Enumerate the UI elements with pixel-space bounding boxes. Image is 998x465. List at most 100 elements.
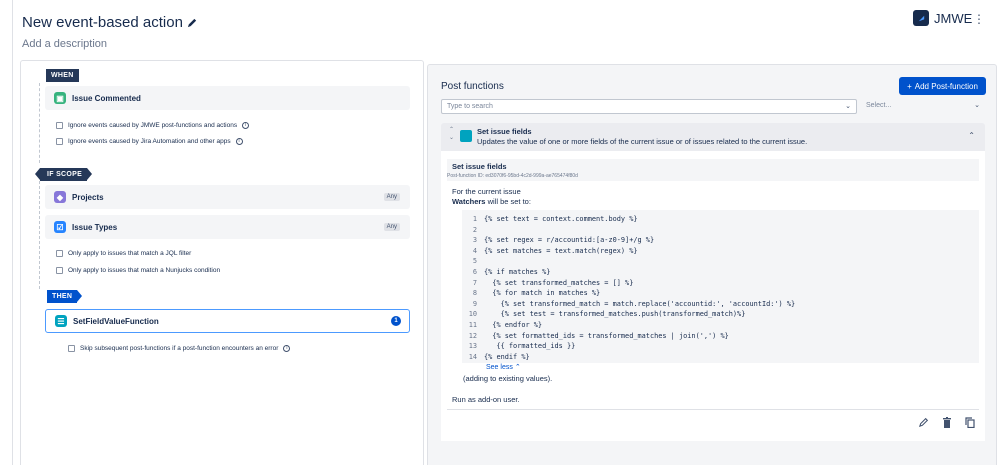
set-field-icon: ☰ <box>55 315 67 327</box>
if-scope-tag: IF SCOPE <box>34 168 93 181</box>
nunjucks-condition-option[interactable]: Only apply to issues that match a Nunjuc… <box>56 267 220 274</box>
trash-icon[interactable] <box>941 416 952 428</box>
then-tag: THEN <box>47 290 83 303</box>
trigger-card-issue-commented[interactable]: ▣ Issue Commented <box>45 86 410 110</box>
scope-card-label: Projects <box>72 192 104 202</box>
post-function-name: Set issue fields <box>477 127 532 136</box>
filter-select[interactable]: Select... ⌄ <box>861 99 985 114</box>
set-fields-icon <box>460 130 472 142</box>
code-text: {{ formatted_ids }} <box>484 342 576 351</box>
select-placeholder: Select... <box>866 102 892 109</box>
ignore-automation-option[interactable]: Ignore events caused by Jira Automation … <box>56 138 243 145</box>
watchers-suffix: will be set to: <box>485 197 531 206</box>
search-input[interactable]: Type to search ⌄ <box>441 99 857 114</box>
jql-filter-checkbox[interactable] <box>56 250 63 257</box>
chevron-down-icon[interactable]: ⌄ <box>845 102 851 110</box>
workflow-builder-panel: WHEN ▣ Issue Commented Ignore events cau… <box>20 60 424 465</box>
line-number: 5 <box>472 257 477 266</box>
line-number: 12 <box>468 331 477 340</box>
post-function-header[interactable]: ⌃ ⌄ Set issue fields Updates the value of… <box>441 123 985 151</box>
code-text: {% endfor %} <box>484 320 543 329</box>
brand: JMWE <box>913 10 972 26</box>
jql-filter-option[interactable]: Only apply to issues that match a JQL fi… <box>56 250 191 257</box>
code-line: 8 {% for match in matches %} <box>462 288 979 299</box>
adding-note: (adding to existing values). <box>463 374 553 383</box>
ignore-automation-label: Ignore events caused by Jira Automation … <box>68 138 231 145</box>
code-line: 2 <box>462 225 979 236</box>
jql-filter-label: Only apply to issues that match a JQL fi… <box>68 250 192 257</box>
info-icon[interactable]: i <box>283 345 291 352</box>
watchers-label: Watchers <box>452 197 486 206</box>
line-number: 10 <box>468 310 477 319</box>
for-current-issue: For the current issue <box>452 187 521 196</box>
reorder-arrows-icon[interactable]: ⌃ ⌄ <box>449 126 454 142</box>
scope-card-label: Issue Types <box>72 222 118 232</box>
code-line: 14 {% endif %} <box>462 352 979 363</box>
see-less-link[interactable]: See less ⌃ <box>486 363 521 371</box>
scope-card-projects[interactable]: ◆ Projects Any <box>45 185 410 209</box>
code-line: 4 {% set matches = text.match(regex) %} <box>462 246 979 257</box>
pencil-icon[interactable] <box>187 17 198 28</box>
code-line: 5 <box>462 256 979 267</box>
action-card-label: SetFieldValueFunction <box>73 316 159 326</box>
double-chevron-up-icon: ⌃ <box>514 364 521 371</box>
code-line: 12 {% set formatted_ids = transformed_ma… <box>462 331 979 342</box>
line-number: 6 <box>472 267 477 276</box>
info-icon[interactable]: i <box>242 122 250 129</box>
connector-line <box>39 83 40 163</box>
any-badge: Any <box>383 193 400 201</box>
code-line: 6 {% if matches %} <box>462 267 979 278</box>
ignore-jmwe-checkbox[interactable] <box>56 122 63 129</box>
copy-icon[interactable] <box>964 416 975 428</box>
count-badge: 1 <box>391 316 401 326</box>
info-icon[interactable]: i <box>235 138 243 145</box>
code-block: 1 {% set text = context.comment.body %} 2 3… <box>462 210 979 363</box>
line-number: 2 <box>472 225 477 234</box>
code-text: {% set text = context.comment.body %} <box>484 215 638 223</box>
plus-icon: + <box>907 81 912 91</box>
code-text: {% if matches %} <box>484 267 551 276</box>
nunjucks-condition-checkbox[interactable] <box>56 267 63 274</box>
post-function-subheader: Set issue fields Post-function ID: ed307… <box>447 159 979 181</box>
brand-name: JMWE <box>934 10 973 26</box>
code-text: {% set formatted_ids = transformed_match… <box>484 331 729 340</box>
page-title[interactable]: New event-based action <box>22 14 198 31</box>
more-options-icon[interactable]: ⋮ <box>972 10 986 28</box>
line-number: 3 <box>472 236 477 245</box>
connector-line <box>39 181 40 289</box>
nunjucks-condition-label: Only apply to issues that match a Nunjuc… <box>68 267 221 274</box>
chevron-down-icon[interactable]: ⌄ <box>974 101 980 109</box>
ignore-jmwe-option[interactable]: Ignore events caused by JMWE post-functi… <box>56 122 250 129</box>
line-number: 14 <box>468 352 477 361</box>
page-title-text: New event-based action <box>22 14 183 31</box>
skip-subsequent-checkbox[interactable] <box>68 345 75 352</box>
post-function-subtitle: Set issue fields <box>452 162 507 171</box>
chevron-up-icon[interactable]: ⌃ <box>968 131 975 140</box>
code-line: 11 {% endfor %} <box>462 320 979 331</box>
line-number: 9 <box>472 299 477 308</box>
skip-subsequent-option[interactable]: Skip subsequent post-functions if a post… <box>68 345 291 352</box>
jmwe-logo-icon <box>913 10 929 26</box>
post-function-body: Set issue fields Post-function ID: ed307… <box>441 151 985 441</box>
add-description-link[interactable]: Add a description <box>22 38 107 50</box>
code-line: 1 {% set text = context.comment.body %} <box>462 214 979 225</box>
code-line: 7 {% set transformed_matches = [] %} <box>462 278 979 289</box>
action-card-setfieldvalue[interactable]: ☰ SetFieldValueFunction 1 <box>45 309 410 333</box>
issue-types-icon: ☑ <box>54 221 66 233</box>
code-line: 3 {% set regex = r/accountid:[a-z0-9]+/g … <box>462 235 979 246</box>
add-post-function-button[interactable]: + Add Post-function <box>899 77 986 95</box>
trigger-card-label: Issue Commented <box>72 93 141 103</box>
line-number: 13 <box>468 342 477 351</box>
code-line: 13 {{ formatted_ids }} <box>462 341 979 352</box>
ignore-automation-checkbox[interactable] <box>56 138 63 145</box>
edit-icon[interactable] <box>918 416 929 428</box>
scope-card-issue-types[interactable]: ☑ Issue Types Any <box>45 215 410 239</box>
code-text: {% set transformed_match = match.replace… <box>484 299 796 308</box>
divider <box>447 409 979 410</box>
post-function-id: Post-function ID: ed3070f6-95bd-4c2d-999… <box>447 173 578 179</box>
projects-icon: ◆ <box>54 191 66 203</box>
code-line: 10 {% set test = transformed_matches.pus… <box>462 309 979 320</box>
code-text: {% set regex = r/accountid:[a-z0-9]+/g %… <box>484 236 655 245</box>
skip-subsequent-label: Skip subsequent post-functions if a post… <box>80 345 279 352</box>
code-text: {% set transformed_matches = [] %} <box>484 278 634 287</box>
